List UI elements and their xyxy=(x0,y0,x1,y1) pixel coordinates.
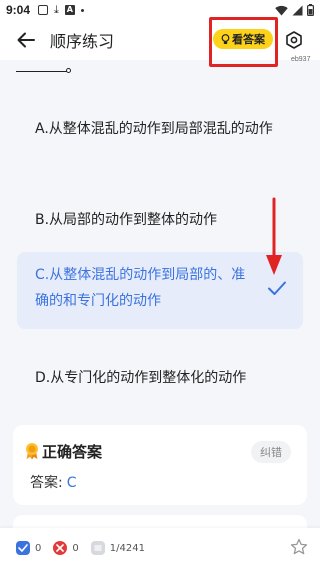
back-button[interactable] xyxy=(6,20,46,60)
correct-answer-title: 正确答案 xyxy=(42,443,103,461)
medal-icon xyxy=(26,443,38,460)
check-icon xyxy=(268,281,286,295)
correct-answer-card: 正确答案 纠错 答案: C xyxy=(13,425,307,505)
answer-value: C xyxy=(66,475,77,491)
answer-line: 答案: C xyxy=(30,472,77,492)
battery-icon xyxy=(307,4,314,16)
settings-hexagon-icon xyxy=(286,31,302,49)
question-list-icon xyxy=(90,541,105,555)
correct-stat[interactable]: 0 xyxy=(16,541,41,555)
signal-icon xyxy=(292,5,303,15)
status-time: 9:04 xyxy=(6,3,31,17)
show-answer-label: 看答案 xyxy=(232,33,265,46)
question-blank-marker xyxy=(66,68,71,73)
settings-button[interactable] xyxy=(280,26,308,54)
wrong-count: 0 xyxy=(72,542,79,554)
wrong-stat[interactable]: 0 xyxy=(53,541,79,555)
favorite-button[interactable] xyxy=(290,538,308,559)
progress-stat[interactable]: 1/4241 xyxy=(90,541,145,555)
option-c-label: C.从整体混乱的动作到局部的、准确的和专门化的动作 xyxy=(35,267,246,309)
progress-text: 1/4241 xyxy=(109,542,145,554)
notification-icon xyxy=(38,5,49,15)
bottom-bar: 0 0 1/4241 xyxy=(0,528,320,568)
option-b-label: B.从局部的动作到整体的动作 xyxy=(35,212,218,228)
app-a-icon: A xyxy=(64,5,75,15)
wrong-x-icon xyxy=(53,541,68,555)
page-title: 顺序练习 xyxy=(50,32,115,51)
option-a[interactable]: A.从整体混乱的动作到局部混乱的动作 xyxy=(17,106,303,152)
star-icon xyxy=(290,538,308,555)
option-c[interactable]: C.从整体混乱的动作到局部的、准确的和专门化的动作 xyxy=(17,252,303,329)
option-a-label: A.从整体混乱的动作到局部混乱的动作 xyxy=(35,121,273,137)
answer-prefix: 答案: xyxy=(30,475,63,491)
report-error-label: 纠错 xyxy=(260,446,282,459)
lightbulb-icon xyxy=(221,33,230,44)
option-b[interactable]: B.从局部的动作到整体的动作 xyxy=(17,197,303,243)
report-error-button[interactable]: 纠错 xyxy=(251,441,291,463)
option-d-label: D.从专门化的动作到整体化的动作 xyxy=(35,370,247,386)
red-arrow-annotation-icon xyxy=(266,197,282,275)
question-blank-line xyxy=(16,71,68,72)
question-id: eb937 xyxy=(291,56,311,63)
show-answer-button[interactable]: 看答案 xyxy=(213,29,273,49)
wifi-icon xyxy=(275,5,288,15)
back-arrow-icon xyxy=(17,32,35,48)
option-d[interactable]: D.从专门化的动作到整体化的动作 xyxy=(17,355,303,401)
download-icon: ⤓ xyxy=(54,3,59,16)
correct-count: 0 xyxy=(35,542,42,554)
more-notifications-icon xyxy=(80,8,84,12)
correct-check-icon xyxy=(16,541,30,555)
